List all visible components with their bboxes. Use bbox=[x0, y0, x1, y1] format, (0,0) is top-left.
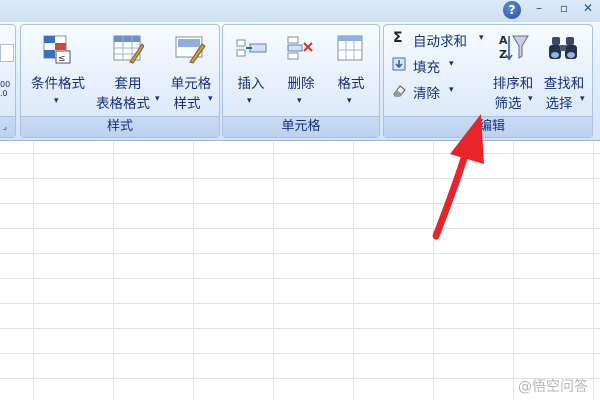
watermark: @悟空问答 bbox=[518, 379, 588, 395]
red-arrow-annotation bbox=[432, 114, 484, 240]
